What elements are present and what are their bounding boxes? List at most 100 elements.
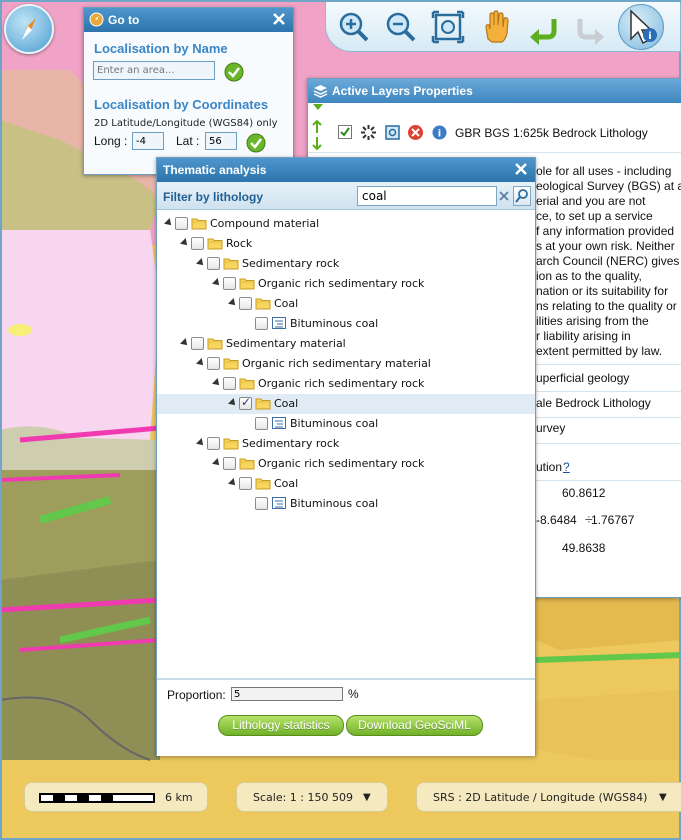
lithology-statistics-button[interactable]: Lithology statistics (218, 715, 344, 736)
lithology-filter-input[interactable] (357, 186, 497, 206)
tree-node-checkbox[interactable] (255, 417, 268, 430)
expand-triangle-icon[interactable] (180, 338, 190, 348)
tree-node[interactable]: Bituminous coal (157, 314, 535, 334)
tree-node-label: Sedimentary material (226, 337, 346, 350)
tree-node-checkbox[interactable] (207, 357, 220, 370)
area-ok-icon[interactable] (224, 62, 244, 82)
zoom-extent-icon[interactable] (430, 9, 466, 45)
tree-node[interactable]: Sedimentary material (157, 334, 535, 354)
tree-node-checkbox[interactable] (239, 477, 252, 490)
tree-node-checkbox[interactable] (223, 377, 236, 390)
tree-node[interactable]: Bituminous coal (157, 494, 535, 514)
disclaimer-line: r liability arising in (536, 329, 631, 343)
pan-hand-icon[interactable] (478, 9, 514, 45)
expand-triangle-icon[interactable] (196, 258, 206, 268)
tree-node[interactable]: Coal (157, 474, 535, 494)
tree-node-checkbox[interactable] (223, 457, 236, 470)
folder-icon (191, 216, 207, 230)
help-link[interactable]: ? (563, 460, 570, 474)
tree-node[interactable]: Organic rich sedimentary rock (157, 374, 535, 394)
tree-node-checkbox[interactable] (191, 337, 204, 350)
expand-triangle-icon[interactable] (164, 218, 174, 228)
clear-filter-icon[interactable] (497, 188, 511, 204)
tree-node[interactable]: Sedimentary rock (157, 434, 535, 454)
tree-node-checkbox[interactable] (223, 277, 236, 290)
tree-node-checkbox[interactable] (255, 317, 268, 330)
expand-triangle-icon[interactable] (212, 458, 222, 468)
tree-node[interactable]: Compound material (157, 214, 535, 234)
srs-label: SRS : 2D Latitude / Longitude (WGS84) (433, 791, 648, 804)
superficial-geology-row[interactable]: uperficial geology (536, 364, 681, 392)
goto-title: Go to (108, 13, 140, 27)
tree-node-label: Bituminous coal (290, 497, 379, 510)
srs-selector[interactable]: SRS : 2D Latitude / Longitude (WGS84) ▼ (416, 782, 681, 812)
thematic-footer: Proportion: % Lithology statistics Downl… (157, 678, 535, 756)
compass-rose[interactable] (4, 4, 54, 54)
tree-node-checkbox[interactable] (207, 437, 220, 450)
expand-triangle-icon[interactable] (212, 378, 222, 388)
tree-node[interactable]: Coal (157, 294, 535, 314)
tree-node-checkbox[interactable] (239, 395, 252, 410)
tree-node[interactable]: Organic rich sedimentary rock (157, 454, 535, 474)
compass-small-icon (89, 12, 104, 27)
tree-node[interactable]: Rock (157, 234, 535, 254)
tree-node-checkbox[interactable] (239, 297, 252, 310)
lat-input[interactable] (205, 132, 237, 150)
layer-disclaimer-text: ole for all uses - including eological S… (536, 164, 681, 359)
expand-triangle-icon[interactable] (228, 478, 238, 488)
tree-node[interactable]: Sedimentary rock (157, 254, 535, 274)
reorder-arrows-icon[interactable] (311, 119, 323, 151)
goto-close-icon[interactable] (270, 10, 288, 28)
thematic-close-icon[interactable] (512, 160, 530, 178)
info-tool-button[interactable]: i (618, 4, 664, 50)
zoom-in-icon[interactable] (336, 9, 372, 45)
opacity-icon[interactable] (360, 124, 377, 141)
ution-row: ution ? (536, 456, 681, 480)
layer-row[interactable]: i GBR BGS 1:625k Bedrock Lithology (308, 113, 681, 153)
tree-node[interactable]: Bituminous coal (157, 414, 535, 434)
survey-row[interactable]: urvey (536, 418, 681, 444)
search-button[interactable] (513, 186, 531, 206)
remove-layer-icon[interactable] (407, 124, 424, 141)
expand-triangle-icon[interactable] (196, 438, 206, 448)
disclaimer-line: arch Council (NERC) gives (536, 254, 680, 268)
bedrock-lithology-row[interactable]: ale Bedrock Lithology (536, 392, 681, 418)
layer-visibility-checkbox[interactable] (338, 125, 352, 139)
expand-triangle-icon[interactable] (180, 238, 190, 248)
disclaimer-line: erial and you are not (536, 194, 646, 208)
thematic-title-bar[interactable]: Thematic analysis (157, 158, 535, 182)
undo-icon[interactable] (526, 9, 562, 45)
tree-node-checkbox[interactable] (191, 237, 204, 250)
download-geosciml-button[interactable]: Download GeoSciML (346, 715, 483, 736)
redo-icon[interactable] (572, 9, 608, 45)
expand-triangle-icon[interactable] (212, 278, 222, 288)
folder-icon (255, 296, 271, 310)
tree-node[interactable]: Organic rich sedimentary rock (157, 274, 535, 294)
coords-ok-icon[interactable] (246, 133, 266, 153)
expand-triangle-icon[interactable] (228, 398, 238, 408)
expand-triangle-icon[interactable] (228, 298, 238, 308)
tree-node-label: Bituminous coal (290, 417, 379, 430)
tree-node-checkbox[interactable] (175, 217, 188, 230)
folder-icon (255, 396, 271, 410)
chevron-down-icon: ▼ (659, 792, 667, 803)
svg-text:i: i (438, 129, 441, 140)
move-down-small-icon[interactable] (312, 103, 324, 111)
tree-node-checkbox[interactable] (207, 257, 220, 270)
tree-node[interactable]: Organic rich sedimentary material (157, 354, 535, 374)
long-input[interactable] (132, 132, 164, 150)
scale-selector[interactable]: Scale: 1 : 150 509 ▼ (236, 782, 388, 812)
goto-title-bar[interactable]: Go to (84, 8, 293, 32)
legend-item-icon (271, 316, 287, 330)
active-layers-title-bar[interactable]: Active Layers Properties (308, 79, 681, 103)
expand-triangle-icon[interactable] (196, 358, 206, 368)
zoom-out-icon[interactable] (383, 9, 419, 45)
layer-info-icon[interactable]: i (432, 125, 447, 140)
tree-node-checkbox[interactable] (255, 497, 268, 510)
proportion-input[interactable] (231, 687, 343, 701)
active-layers-title: Active Layers Properties (332, 84, 473, 98)
long-label: Long : (94, 134, 128, 148)
area-search-input[interactable] (93, 61, 215, 80)
tree-node[interactable]: Coal (157, 394, 535, 414)
zoom-to-layer-icon[interactable] (384, 124, 401, 141)
